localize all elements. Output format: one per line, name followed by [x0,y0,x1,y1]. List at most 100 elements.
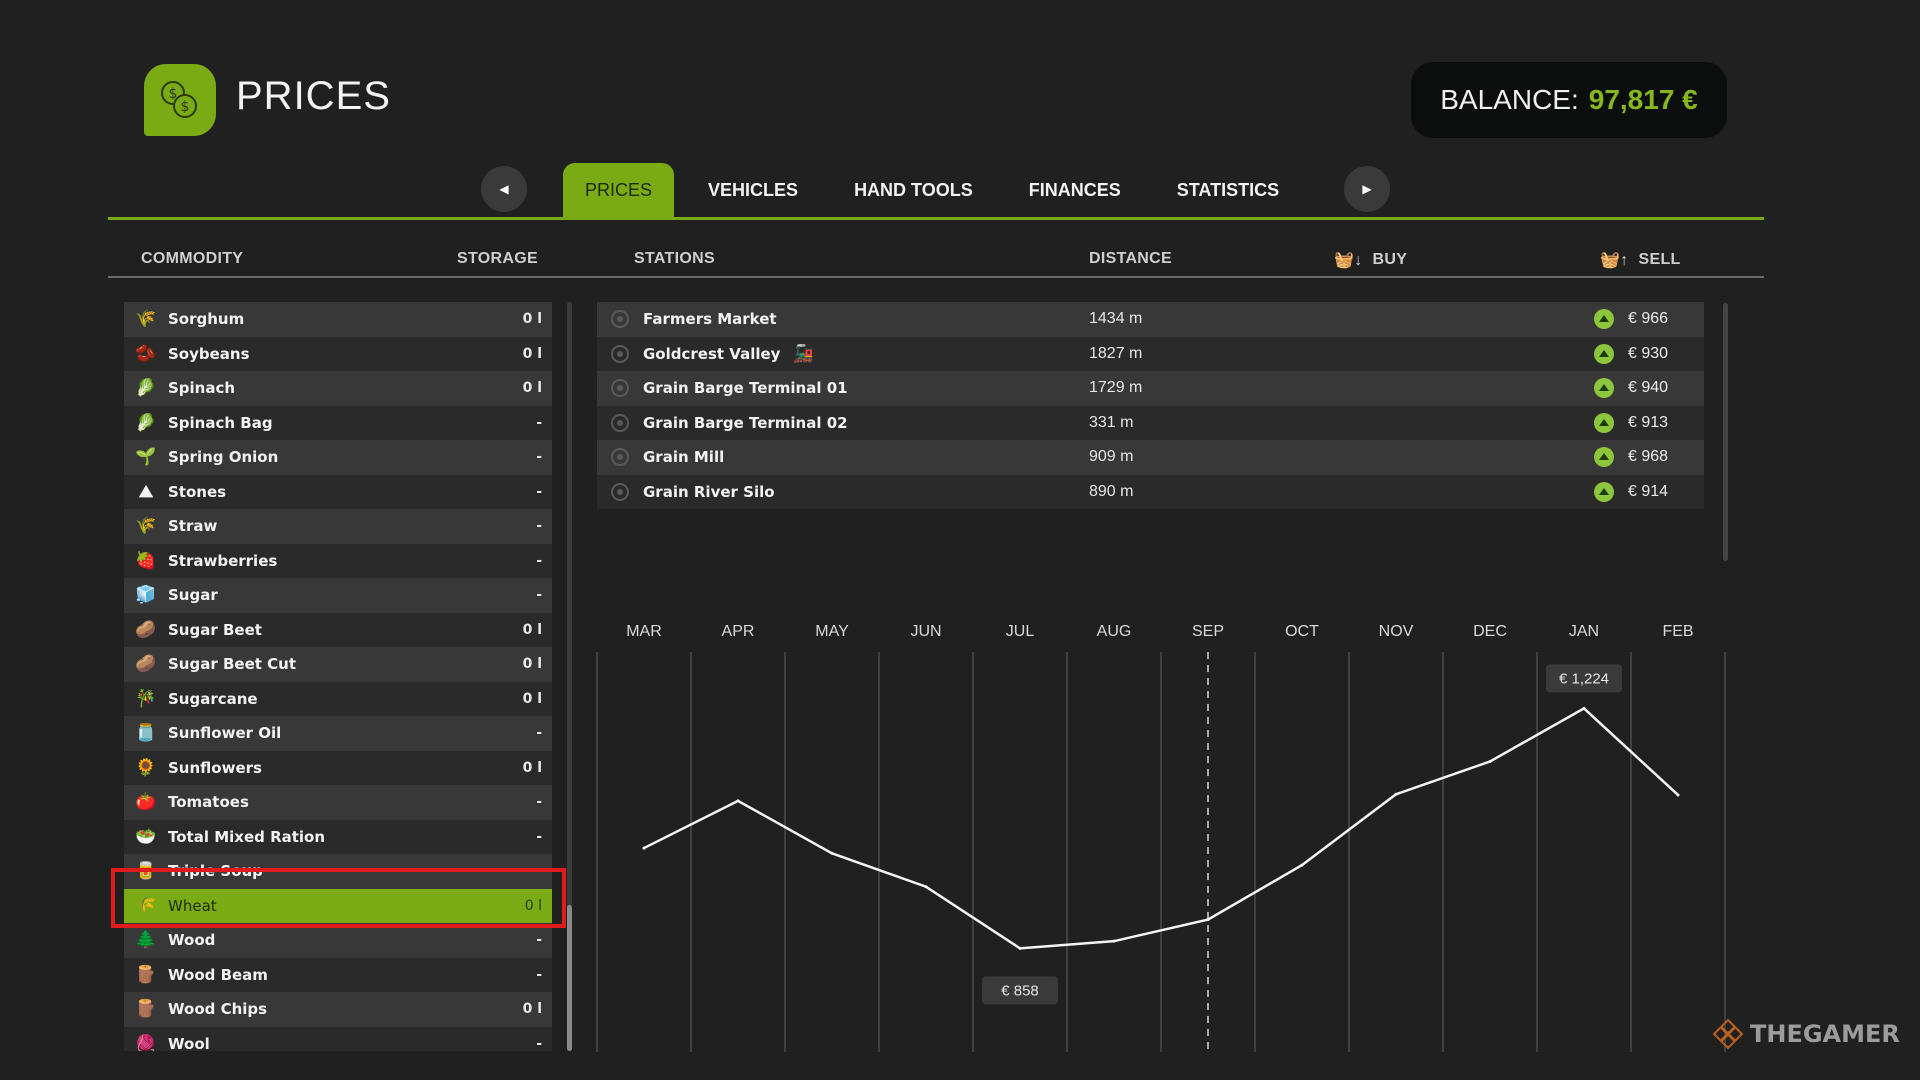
tab-bar: PRICES VEHICLES HAND TOOLS FINANCES STAT… [563,163,1313,218]
station-sell-price: € 968 [1628,448,1669,466]
svg-text:$: $ [169,86,178,102]
tab-statistics[interactable]: STATISTICS [1155,163,1301,218]
station-name-text: Grain Barge Terminal 01 [643,379,848,398]
commodity-name: Wood Beam [168,965,268,984]
station-row[interactable]: Grain Barge Terminal 01 1729 m € 940 [597,371,1704,406]
commodity-row-spring-onion[interactable]: 🌱 Spring Onion - [124,440,552,475]
commodity-icon: 🍓 [135,550,157,571]
station-row[interactable]: Grain River Silo 890 m € 914 [597,474,1704,509]
commodity-storage: 0 l [522,1001,542,1018]
commodity-storage: 0 l [522,311,542,328]
commodity-storage: 0 l [522,380,542,397]
station-name: Grain Barge Terminal 01 [643,379,848,397]
commodity-name: Sunflowers [168,758,262,777]
commodity-row-sugar[interactable]: 🧊 Sugar - [124,578,552,613]
station-hotspot-icon[interactable] [611,344,629,363]
sell-label: SELL [1638,251,1681,268]
commodity-row-wood-chips[interactable]: 🪵 Wood Chips 0 l [124,992,552,1027]
data-point-sep [1206,918,1210,922]
commodity-name: Wood Chips [168,1000,268,1019]
data-point-nov [1394,792,1398,796]
column-header-storage: STORAGE [457,250,538,267]
tab-finances[interactable]: FINANCES [1007,163,1143,218]
commodity-icon: 🧶 [135,1033,157,1051]
station-row[interactable]: Grain Mill 909 m € 968 [597,440,1704,475]
commodity-row-wood[interactable]: 🌲 Wood - [124,923,552,958]
commodity-row-total-mixed-ration[interactable]: 🥗 Total Mixed Ration - [124,819,552,854]
commodity-row-wool[interactable]: 🧶 Wool - [124,1026,552,1051]
commodity-storage: - [536,587,542,604]
commodity-row-wood-beam[interactable]: 🪵 Wood Beam - [124,957,552,992]
column-header-stations: STATIONS [634,250,715,267]
data-point-jan [1582,706,1586,710]
commodity-row-tomatoes[interactable]: 🍅 Tomatoes - [124,785,552,820]
commodity-row-sugar-beet-cut[interactable]: 🥔 Sugar Beet Cut 0 l [124,647,552,682]
station-name: Grain Mill [643,448,724,466]
station-hotspot-icon[interactable] [611,413,629,432]
commodity-row-sunflowers[interactable]: 🌻 Sunflowers 0 l [124,750,552,785]
station-distance: 1729 m [1089,379,1143,397]
stations-scrollbar[interactable] [1723,303,1728,561]
month-label-dec: DEC [1473,623,1507,640]
commodity-storage: - [536,414,542,431]
station-hotspot-icon[interactable] [611,482,629,501]
balance-value: 97,817 € [1588,84,1698,115]
data-point-mar [642,846,646,850]
data-point-jun [924,885,928,889]
commodity-storage: 0 l [522,345,542,362]
commodity-icon: 🪵 [135,999,157,1020]
commodity-row-sunflower-oil[interactable]: 🫙 Sunflower Oil - [124,716,552,751]
month-label-jan: JAN [1569,623,1599,640]
commodity-name: Tomatoes [168,793,249,812]
commodity-storage: - [536,966,542,983]
station-hotspot-icon[interactable] [611,379,629,398]
commodity-row-stones[interactable]: ⛰ Stones - [124,474,552,509]
tooltip-label: € 1,224 [1559,670,1609,687]
commodity-row-spinach[interactable]: 🥬 Spinach 0 l [124,371,552,406]
station-hotspot-icon[interactable] [611,448,629,467]
commodity-icon: 🥔 [135,619,157,640]
station-name-text: Goldcrest Valley [643,344,781,363]
commodity-row-soybeans[interactable]: 🫘 Soybeans 0 l [124,336,552,371]
commodity-icon: 🌾 [135,309,157,330]
next-tab-button[interactable]: ▶ [1344,166,1390,212]
commodity-storage: 0 l [522,656,542,673]
commodity-name: Sugar Beet Cut [168,655,296,674]
column-header-buy: 🧺↓ BUY [1334,250,1407,270]
station-name: Goldcrest Valley 🚂 [643,344,814,364]
commodity-name: Stones [168,482,227,501]
station-row[interactable]: Farmers Market 1434 m € 966 [597,302,1704,337]
commodity-scrollbar-thumb[interactable] [567,905,572,1051]
month-label-jun: JUN [910,623,941,640]
commodity-row-sugarcane[interactable]: 🎋 Sugarcane 0 l [124,681,552,716]
station-name-text: Grain Barge Terminal 02 [643,413,848,432]
tab-hand-tools[interactable]: HAND TOOLS [832,163,995,218]
commodity-storage: - [536,552,542,569]
station-hotspot-icon[interactable] [611,310,629,329]
station-name-text: Grain River Silo [643,482,775,501]
month-label-oct: OCT [1285,623,1319,640]
prev-tab-button[interactable]: ◀ [481,166,527,212]
commodity-row-spinach-bag[interactable]: 🥬 Spinach Bag - [124,405,552,440]
svg-text:$: $ [181,99,190,115]
price-history-chart: MAR APR MAY JUN JUL AUG SEP OCT NOV DEC JAN FEB € 85… [596,623,1726,1052]
tab-prices[interactable]: PRICES [563,163,675,218]
commodity-name: Spinach [168,379,236,398]
commodity-row-straw[interactable]: 🌾 Straw - [124,509,552,544]
station-row[interactable]: Goldcrest Valley 🚂 1827 m € 930 [597,336,1704,371]
station-row[interactable]: Grain Barge Terminal 02 331 m € 913 [597,405,1704,440]
station-distance: 909 m [1089,448,1134,466]
commodity-row-sorghum[interactable]: 🌾 Sorghum 0 l [124,302,552,337]
month-label-may: MAY [815,623,849,640]
commodity-row-strawberries[interactable]: 🍓 Strawberries - [124,543,552,578]
commodity-name: Soybeans [168,344,250,363]
header-divider [108,276,1764,278]
commodity-icon: 🥬 [135,412,157,433]
tab-vehicles[interactable]: VEHICLES [686,163,820,218]
page-title: PRICES [236,74,391,118]
prices-app-icon: $ $ [144,64,216,136]
commodity-storage: - [536,449,542,466]
tab-divider [108,217,1764,220]
commodity-row-sugar-beet[interactable]: 🥔 Sugar Beet 0 l [124,612,552,647]
station-distance: 1434 m [1089,310,1143,328]
